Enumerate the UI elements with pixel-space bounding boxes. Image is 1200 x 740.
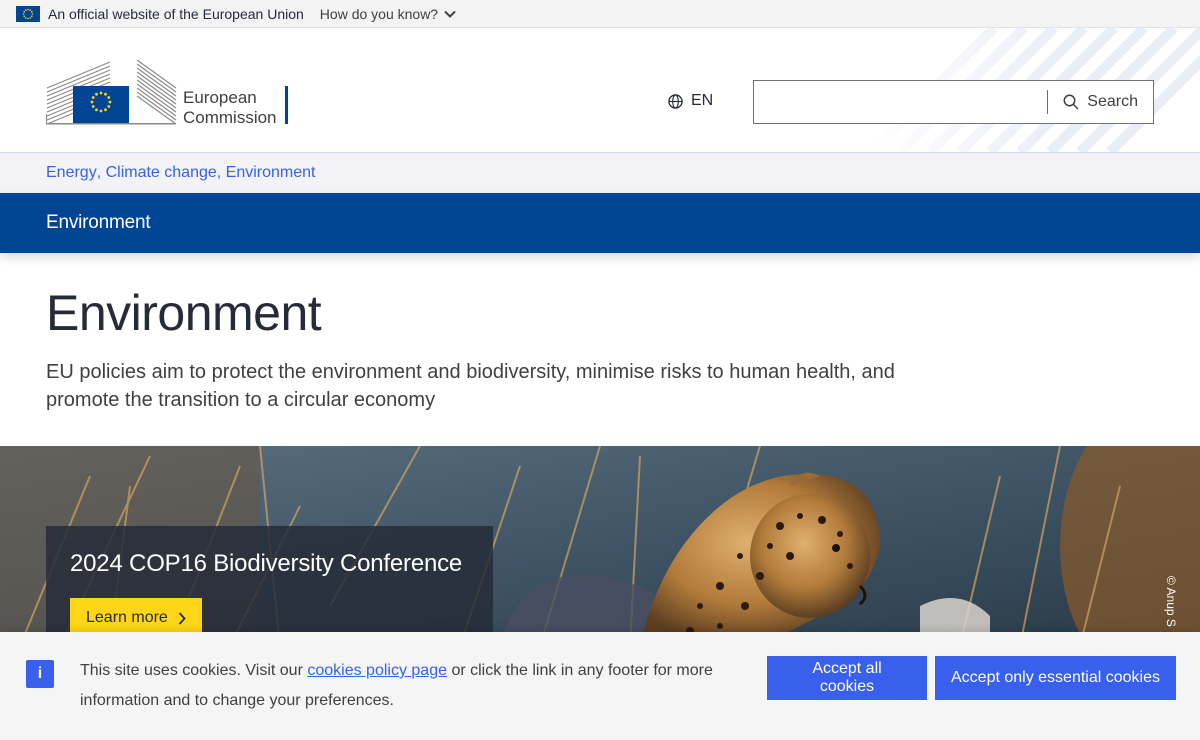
- language-code: EN: [691, 92, 714, 109]
- search-button[interactable]: Search: [1048, 81, 1153, 123]
- how-do-you-know-label: How do you know?: [319, 5, 439, 22]
- logo-divider: [285, 86, 288, 124]
- logo-text: European Commission: [183, 88, 277, 128]
- how-do-you-know-toggle[interactable]: How do you know?: [320, 6, 456, 22]
- search-button-label: Search: [1087, 93, 1138, 110]
- page-description: EU policies aim to protect the environme…: [46, 361, 895, 411]
- official-eu-bar: An official website of the European Unio…: [0, 0, 1200, 28]
- cookie-text-before: This site uses cookies. Visit our: [80, 662, 308, 679]
- search-icon: [1063, 94, 1079, 110]
- breadcrumb-item-energy[interactable]: Energy: [46, 164, 97, 182]
- language-selector[interactable]: EN: [668, 92, 713, 110]
- commission-building-icon: [46, 59, 177, 125]
- logo-line-commission: Commission: [183, 108, 277, 127]
- accept-all-cookies-button[interactable]: Accept all cookies: [767, 656, 927, 700]
- chevron-down-icon: [444, 10, 456, 18]
- search-form: Search: [753, 80, 1154, 124]
- breadcrumb: Energy, Climate change, Environment: [0, 152, 1200, 193]
- globe-icon: [668, 93, 683, 109]
- search-input[interactable]: [754, 81, 1048, 123]
- banner-heading: 2024 COP16 Biodiversity Conference: [70, 550, 463, 577]
- cookie-text: This site uses cookies. Visit our cookie…: [80, 656, 740, 716]
- site-name-bar: Environment: [0, 193, 1200, 253]
- page-title: Environment: [46, 285, 322, 341]
- breadcrumb-item-climate-change[interactable]: Climate change: [106, 164, 217, 182]
- learn-more-label: Learn more: [86, 609, 168, 626]
- accept-essential-cookies-button[interactable]: Accept only essential cookies: [935, 656, 1176, 700]
- chevron-right-icon: [178, 611, 186, 625]
- hero-banner: 2024 COP16 Biodiversity Conference Learn…: [0, 446, 1200, 646]
- cookie-banner: i This site uses cookies. Visit our cook…: [0, 632, 1200, 740]
- logo-line-european: European: [183, 88, 257, 107]
- breadcrumb-separator: ,: [216, 164, 226, 181]
- site-header: European Commission EN Search: [0, 28, 1200, 152]
- cookies-policy-link[interactable]: cookies policy page: [307, 662, 447, 679]
- info-icon: i: [26, 660, 54, 688]
- breadcrumb-separator: ,: [96, 164, 106, 181]
- banner-card: 2024 COP16 Biodiversity Conference Learn…: [46, 526, 493, 646]
- site-name[interactable]: Environment: [46, 212, 151, 234]
- image-credit: © Anup S: [1164, 576, 1178, 627]
- eu-flag-icon: [16, 5, 40, 22]
- official-website-text: An official website of the European Unio…: [48, 5, 304, 22]
- breadcrumb-item-environment[interactable]: Environment: [226, 164, 316, 182]
